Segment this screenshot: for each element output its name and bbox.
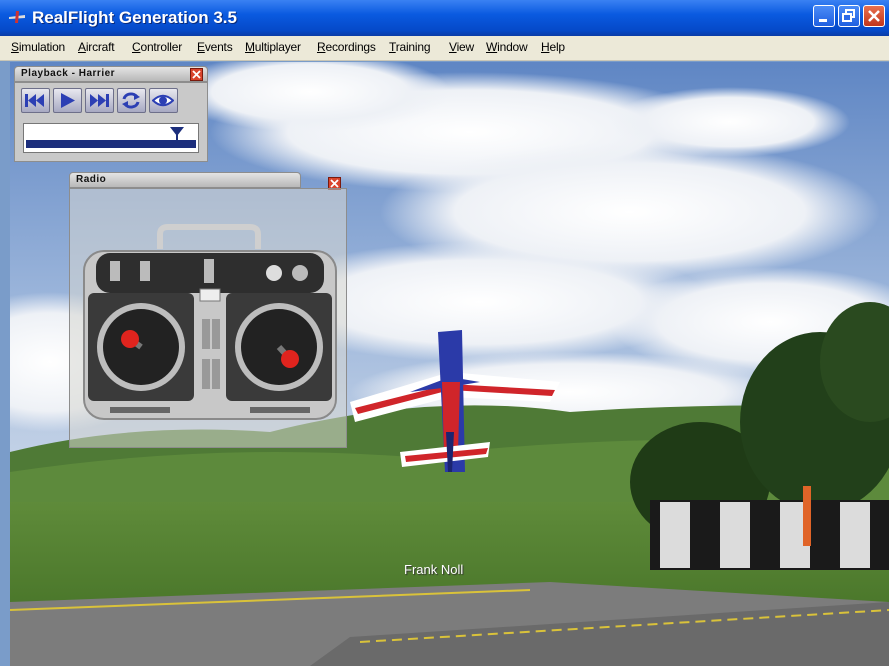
menu-events[interactable]: Events: [197, 40, 233, 54]
menu-bar: Simulation Aircraft Controller Events Mu…: [0, 36, 889, 61]
close-icon: [192, 70, 201, 79]
close-button[interactable]: [863, 5, 885, 27]
playback-panel-title: Playback - Harrier: [21, 68, 116, 79]
loop-button[interactable]: [117, 88, 146, 113]
right-stick-tip: [281, 350, 299, 368]
pilot-name-label: Frank Noll: [404, 562, 464, 577]
menu-aircraft[interactable]: Aircraft: [78, 40, 115, 54]
timeline-thumb[interactable]: [169, 126, 185, 148]
app-window: RealFlight Generation 3.5 Simulation Air…: [0, 0, 889, 666]
restore-icon: [842, 9, 855, 22]
minimize-button[interactable]: [813, 5, 835, 27]
loop-icon: [122, 92, 140, 109]
rc-transmitter-graphic: [83, 224, 337, 420]
menu-window[interactable]: Window: [486, 40, 528, 54]
airplane-app-icon: [9, 11, 25, 23]
close-icon: [868, 10, 880, 22]
playback-close-button[interactable]: [190, 68, 203, 81]
radio-panel: Radio: [69, 172, 347, 448]
eye-icon: [152, 94, 174, 107]
playback-panel: Playback - Harrier: [14, 66, 208, 162]
menu-help[interactable]: Help: [541, 40, 565, 54]
menu-controller[interactable]: Controller: [132, 40, 182, 54]
fast-forward-button[interactable]: [85, 88, 114, 113]
menu-recordings[interactable]: Recordings: [317, 40, 376, 54]
close-icon: [330, 179, 339, 188]
title-bar[interactable]: RealFlight Generation 3.5: [0, 0, 889, 36]
rewind-icon: [25, 94, 44, 107]
menu-simulation[interactable]: Simulation: [11, 40, 65, 54]
play-icon: [61, 93, 75, 108]
left-stick-tip: [121, 330, 139, 348]
right-gimbal: [226, 293, 332, 401]
minimize-icon: [819, 19, 827, 22]
radio-panel-title: Radio: [76, 174, 107, 185]
menu-training[interactable]: Training: [389, 40, 431, 54]
view-camera-button[interactable]: [149, 88, 178, 113]
left-gimbal: [88, 293, 194, 401]
menu-multiplayer[interactable]: Multiplayer: [245, 40, 301, 54]
rewind-button[interactable]: [21, 88, 50, 113]
menu-view[interactable]: View: [449, 40, 474, 54]
radio-panel-titlebar[interactable]: Radio: [69, 172, 301, 188]
playback-controls: [14, 82, 208, 162]
play-button[interactable]: [53, 88, 82, 113]
restore-button[interactable]: [838, 5, 860, 27]
transmitter-handle: [157, 224, 261, 249]
fast-forward-icon: [90, 94, 109, 107]
window-title: RealFlight Generation 3.5: [32, 8, 237, 27]
playback-panel-titlebar[interactable]: Playback - Harrier: [14, 66, 208, 82]
playback-timeline-slider[interactable]: [23, 123, 199, 153]
radio-body: [69, 188, 347, 448]
